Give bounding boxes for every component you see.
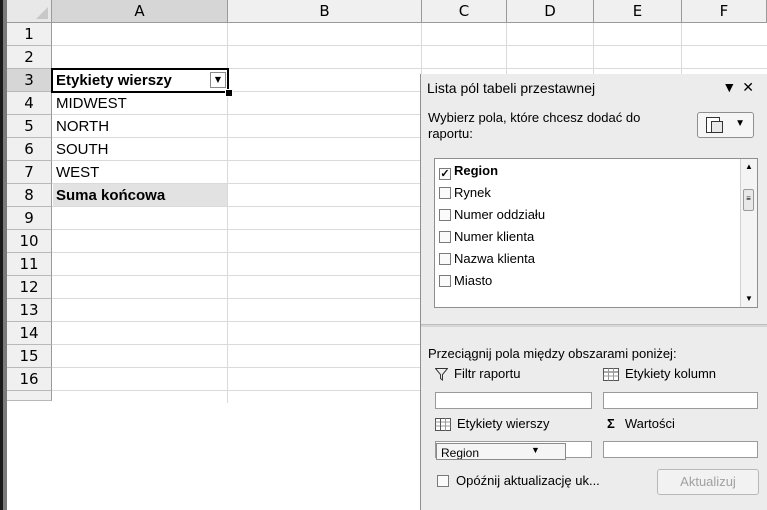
values-drop-area[interactable] [603, 441, 758, 458]
defer-update-option[interactable]: Opóźnij aktualizację uk... [437, 473, 600, 488]
region-field-chip[interactable]: Region ▼ [436, 443, 566, 460]
row-labels-area-label: Etykiety wierszy [435, 416, 549, 431]
filter-funnel-icon [435, 368, 448, 381]
update-button[interactable]: Aktualizuj [657, 469, 759, 495]
cell-a6[interactable]: SOUTH [53, 138, 227, 161]
active-cell-selection [51, 68, 229, 93]
close-icon[interactable]: ✕ [742, 79, 760, 95]
field-item-region[interactable]: ✓ Region [439, 161, 498, 181]
row-header-6[interactable]: 6 [7, 138, 52, 161]
scroll-up-icon[interactable]: ▲ [745, 162, 753, 171]
panel-menu-icon[interactable]: ▼ [722, 79, 742, 95]
scroll-thumb[interactable]: ≡ [743, 189, 754, 211]
row-header-3[interactable]: 3 [7, 69, 52, 92]
checkbox-icon[interactable] [439, 275, 451, 287]
row-header-11[interactable]: 11 [7, 253, 52, 276]
cell-a8[interactable]: Suma końcowa [53, 184, 227, 207]
cell-a4[interactable]: MIDWEST [53, 92, 227, 115]
table-icon [435, 418, 451, 431]
column-header-f[interactable]: F [682, 0, 767, 23]
chevron-down-icon[interactable]: ▼ [531, 445, 540, 455]
checkbox-checked-icon[interactable]: ✓ [439, 168, 451, 180]
panel-splitter[interactable] [421, 324, 767, 327]
field-list-scrollbar[interactable]: ▲ ≡ ▼ [740, 159, 757, 307]
row-header-8[interactable]: 8 [7, 184, 52, 207]
row-header-17[interactable] [7, 391, 52, 401]
pivot-field-list-panel: Lista pól tabeli przestawnej ▼✕ Wybierz … [420, 74, 767, 510]
drag-instruction: Przeciągnij pola między obszarami poniże… [428, 346, 677, 361]
field-item-nazwa-klienta[interactable]: Nazwa klienta [439, 249, 535, 269]
row-labels-filter-button[interactable]: ▼ [210, 72, 226, 88]
cell-a5[interactable]: NORTH [53, 115, 227, 138]
defer-update-checkbox[interactable] [437, 475, 449, 487]
row-header-1[interactable]: 1 [7, 23, 52, 46]
column-header-b[interactable]: B [228, 0, 422, 23]
field-item-numer-oddzialu[interactable]: Numer oddziału [439, 205, 545, 225]
table-icon [603, 368, 619, 381]
field-list[interactable]: ✓ Region Rynek Numer oddziału Numer klien… [434, 158, 758, 308]
chevron-down-icon: ▼ [735, 118, 745, 129]
filter-drop-area[interactable] [435, 392, 592, 409]
field-layout-button[interactable]: ▼ [697, 112, 754, 138]
row-header-10[interactable]: 10 [7, 230, 52, 253]
row-header-14[interactable]: 14 [7, 322, 52, 345]
row-header-13[interactable]: 13 [7, 299, 52, 322]
field-item-numer-klienta[interactable]: Numer klienta [439, 227, 534, 247]
field-item-rynek[interactable]: Rynek [439, 183, 491, 203]
row-header-2[interactable]: 2 [7, 46, 52, 69]
row-header-16[interactable]: 16 [7, 368, 52, 391]
panel-description: Wybierz pola, które chcesz dodać do rapo… [428, 110, 641, 141]
checkbox-icon[interactable] [439, 187, 451, 199]
column-labels-area-label: Etykiety kolumn [603, 366, 716, 381]
row-header-4[interactable]: 4 [7, 92, 52, 115]
row-header-12[interactable]: 12 [7, 276, 52, 299]
column-header-c[interactable]: C [422, 0, 507, 23]
row-header-7[interactable]: 7 [7, 161, 52, 184]
values-area-label: Σ Wartości [607, 416, 675, 431]
layout-icon-overlay [711, 121, 723, 133]
sigma-icon: Σ [607, 416, 615, 431]
row-header-15[interactable]: 15 [7, 345, 52, 368]
row-header-9[interactable]: 9 [7, 207, 52, 230]
checkbox-icon[interactable] [439, 209, 451, 221]
select-all-corner[interactable] [7, 0, 52, 23]
filter-area-label: Filtr raportu [435, 366, 520, 381]
column-header-d[interactable]: D [507, 0, 594, 23]
row-header-5[interactable]: 5 [7, 115, 52, 138]
panel-title: Lista pól tabeli przestawnej [427, 80, 596, 96]
scroll-down-icon[interactable]: ▼ [745, 294, 753, 303]
column-header-e[interactable]: E [594, 0, 682, 23]
fill-handle[interactable] [225, 89, 233, 97]
field-item-miasto[interactable]: Miasto [439, 271, 492, 291]
column-header-a[interactable]: A [52, 0, 228, 23]
panel-controls: ▼✕ [722, 79, 760, 96]
cell-a7[interactable]: WEST [53, 161, 227, 184]
column-labels-drop-area[interactable] [603, 392, 758, 409]
checkbox-icon[interactable] [439, 231, 451, 243]
checkbox-icon[interactable] [439, 253, 451, 265]
